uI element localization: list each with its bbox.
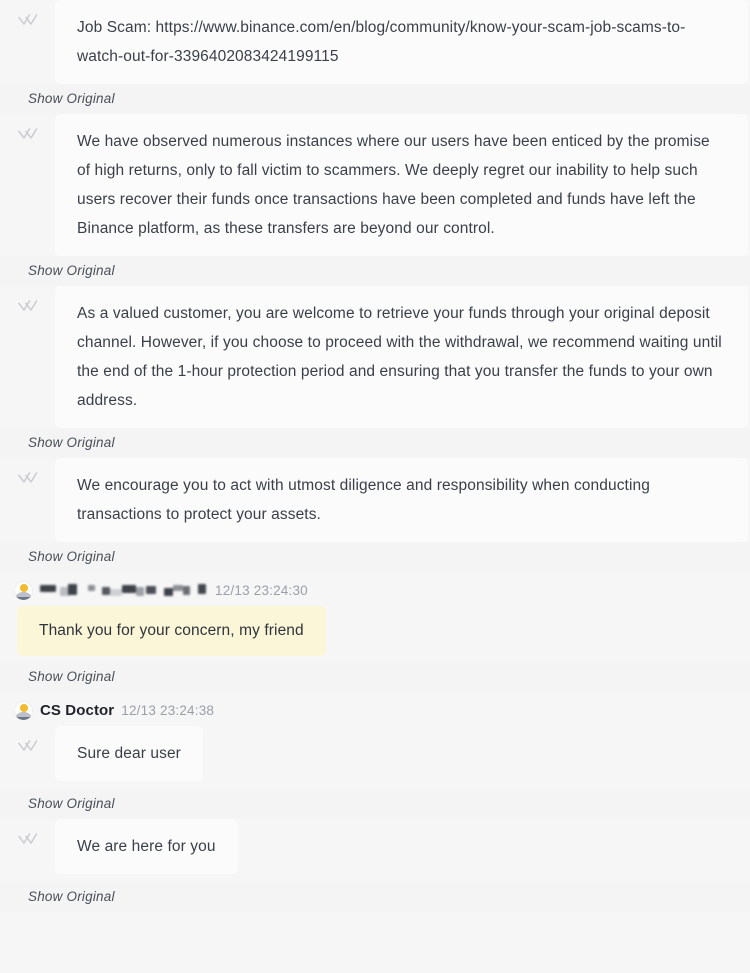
- double-check-icon: [17, 12, 39, 28]
- double-check-icon: [17, 738, 39, 754]
- show-original-link[interactable]: Show Original: [28, 435, 115, 450]
- message-status-column: [0, 0, 55, 28]
- user-message-row: Thank you for your concern, my friend: [0, 606, 750, 656]
- show-original-row: Show Original: [0, 428, 750, 458]
- message-timestamp: 12/13 23:24:38: [121, 703, 215, 718]
- sender-name-redacted: [40, 583, 208, 598]
- binance-sun-avatar-icon: [14, 701, 33, 720]
- sender-name: CS Doctor: [40, 702, 115, 719]
- show-original-link[interactable]: Show Original: [28, 669, 115, 684]
- binance-sun-avatar-icon: [14, 581, 33, 600]
- message-row: As a valued customer, you are welcome to…: [0, 286, 750, 428]
- message-sender-header: 12/13 23:24:30: [0, 572, 750, 606]
- message-status-column: [0, 819, 55, 847]
- user-message-bubble: Thank you for your concern, my friend: [17, 606, 326, 656]
- message-row: We are here for you: [0, 819, 750, 874]
- show-original-link[interactable]: Show Original: [28, 91, 115, 106]
- message-bubble: We have observed numerous instances wher…: [55, 114, 748, 256]
- double-check-icon: [17, 831, 39, 847]
- double-check-icon: [17, 298, 39, 314]
- show-original-link[interactable]: Show Original: [28, 889, 115, 904]
- message-row: We encourage you to act with utmost dili…: [0, 458, 750, 542]
- message-timestamp: 12/13 23:24:30: [215, 583, 308, 598]
- message-bubble: Job Scam: https://www.binance.com/en/blo…: [55, 0, 748, 84]
- show-original-row: Show Original: [0, 662, 750, 692]
- message-sender-header: CS Doctor 12/13 23:24:38: [0, 692, 750, 726]
- message-row: We have observed numerous instances wher…: [0, 114, 750, 256]
- message-bubble: As a valued customer, you are welcome to…: [55, 286, 748, 428]
- double-check-icon: [17, 126, 39, 142]
- show-original-link[interactable]: Show Original: [28, 549, 115, 564]
- message-status-column: [0, 114, 55, 142]
- show-original-link[interactable]: Show Original: [28, 796, 115, 811]
- message-row: Sure dear user: [0, 726, 750, 781]
- show-original-row: Show Original: [0, 789, 750, 819]
- message-bubble: We encourage you to act with utmost dili…: [55, 458, 748, 542]
- show-original-row: Show Original: [0, 256, 750, 286]
- message-bubble: Sure dear user: [55, 726, 203, 781]
- double-check-icon: [17, 470, 39, 486]
- message-status-column: [0, 458, 55, 486]
- message-status-column: [0, 286, 55, 314]
- show-original-row: Show Original: [0, 84, 750, 114]
- message-row: Job Scam: https://www.binance.com/en/blo…: [0, 0, 750, 84]
- chat-transcript: Job Scam: https://www.binance.com/en/blo…: [0, 0, 750, 973]
- show-original-link[interactable]: Show Original: [28, 263, 115, 278]
- show-original-row: Show Original: [0, 542, 750, 572]
- message-bubble: We are here for you: [55, 819, 238, 874]
- message-status-column: [0, 726, 55, 754]
- show-original-row: Show Original: [0, 882, 750, 912]
